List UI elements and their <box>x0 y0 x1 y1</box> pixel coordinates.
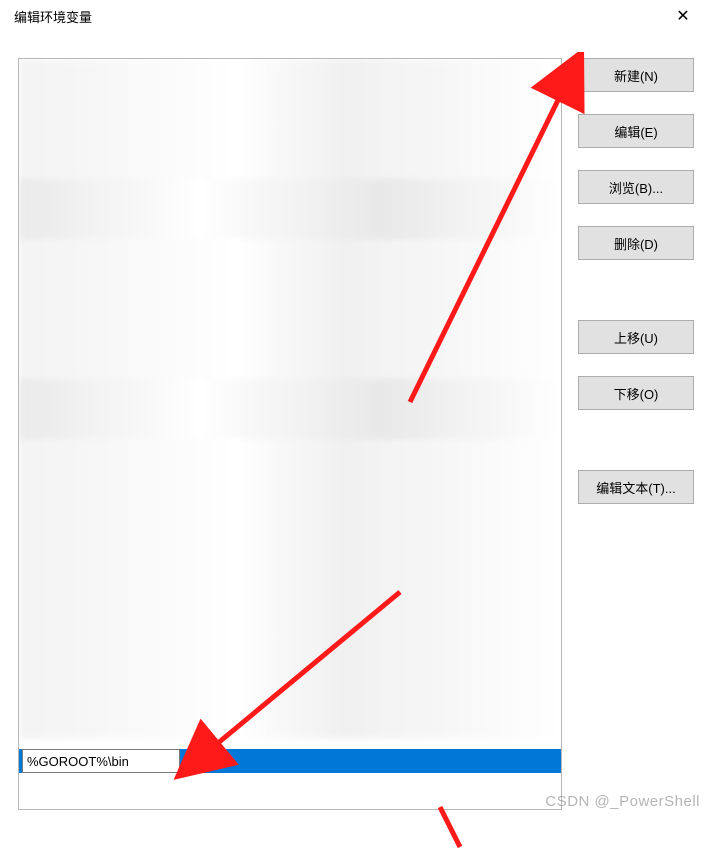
titlebar: 编辑环境变量 ✕ <box>0 0 714 32</box>
side-button-panel: 新建(N) 编辑(E) 浏览(B)... 删除(D) 上移(U) 下移(O) 编… <box>578 58 694 810</box>
move-up-button[interactable]: 上移(U) <box>578 320 694 354</box>
edit-env-var-dialog: 编辑环境变量 ✕ 新建(N) 编辑(E) 浏览(B)... 删除(D) 上移(U… <box>0 0 714 820</box>
blurred-content <box>19 59 561 739</box>
path-listbox[interactable] <box>18 58 562 810</box>
move-down-button[interactable]: 下移(O) <box>578 376 694 410</box>
browse-button[interactable]: 浏览(B)... <box>578 170 694 204</box>
edit-text-button[interactable]: 编辑文本(T)... <box>578 470 694 504</box>
path-entry-input[interactable] <box>22 749 180 773</box>
dialog-content: 新建(N) 编辑(E) 浏览(B)... 删除(D) 上移(U) 下移(O) 编… <box>0 32 714 820</box>
watermark: CSDN @_PowerShell <box>545 793 700 810</box>
edit-button[interactable]: 编辑(E) <box>578 114 694 148</box>
dialog-title: 编辑环境变量 <box>14 7 92 26</box>
close-icon: ✕ <box>676 6 689 26</box>
new-button[interactable]: 新建(N) <box>578 58 694 92</box>
delete-button[interactable]: 删除(D) <box>578 226 694 260</box>
close-button[interactable]: ✕ <box>660 1 706 31</box>
